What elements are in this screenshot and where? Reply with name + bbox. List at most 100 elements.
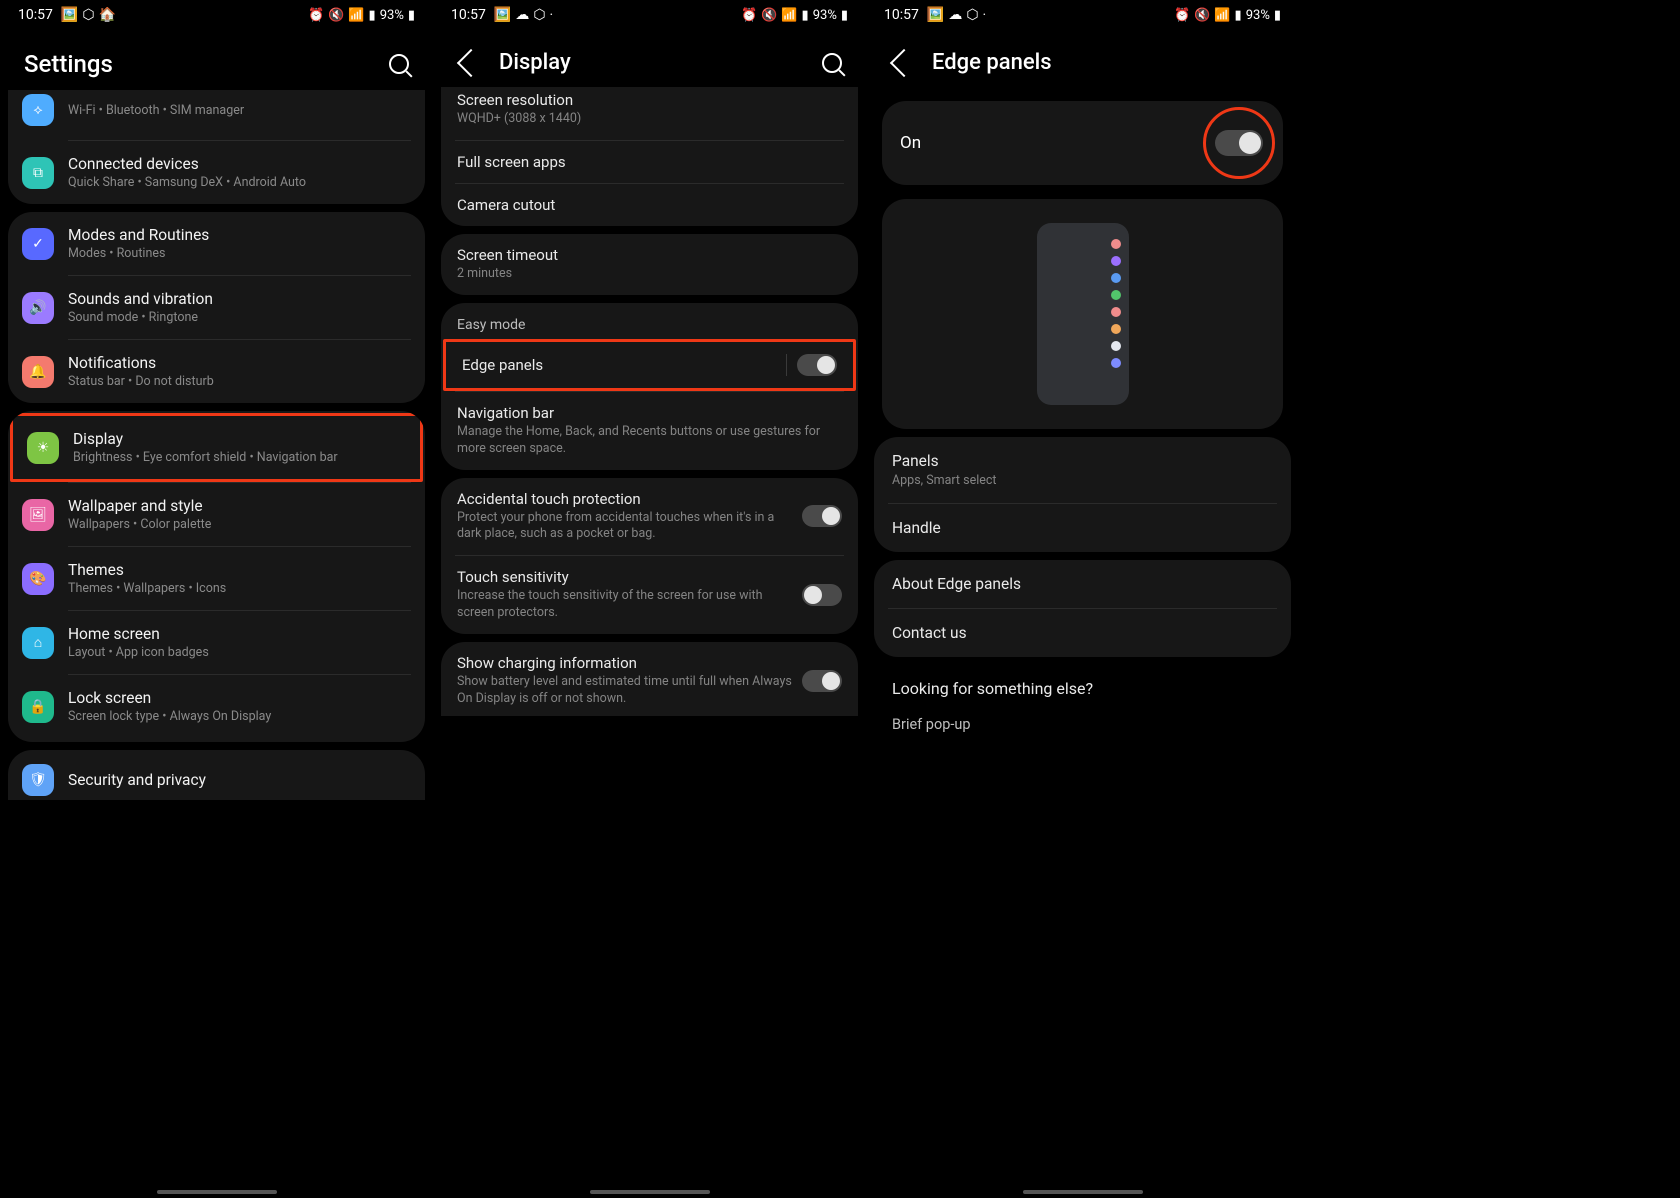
item-subtitle: 2 minutes [457,266,842,283]
page-title: Edge panels [932,50,1052,75]
display-item-screen-resolution[interactable]: Screen resolution WQHD+ (3088 x 1440) [441,87,858,140]
battery-icon: ▮ [408,8,415,23]
separator [786,354,787,376]
item-subtitle: Quick Share • Samsung DeX • Android Auto [68,175,411,190]
back-icon[interactable] [890,48,918,76]
item-title: Modes and Routines [68,226,411,244]
edge-item-panels[interactable]: Panels Apps, Smart select [874,437,1291,503]
item-title: Edge panels [462,356,776,374]
item-title: Display [73,430,406,448]
settings-item-display[interactable]: ☀ Display Brightness • Eye comfort shiel… [13,416,420,479]
wifi-icon: 📶 [781,8,797,23]
item-subtitle: Sound mode • Ringtone [68,310,411,325]
screen-display: 10:57 🖼️ ☁ ⬡ · ⏰ 🔇 📶 ▮ 93% ▮ Display Scr… [433,0,866,1198]
preview-dot [1111,239,1121,249]
item-title: Lock screen [68,689,411,707]
accidental-touch-toggle[interactable] [802,505,842,527]
item-subtitle: Modes • Routines [68,246,411,261]
settings-item-security[interactable]: 🛡 Security and privacy [8,750,425,800]
item-title: Accidental touch protection [457,490,792,508]
alarm-icon: ⏰ [308,8,324,23]
edge-panels-master-toggle-row[interactable]: On [882,101,1283,185]
edge-panel-preview [882,199,1283,429]
cloud-icon: ☁ [515,7,529,23]
item-subtitle: Brightness • Eye comfort shield • Naviga… [73,450,406,465]
item-title: About Edge panels [892,575,1273,593]
more-icon: · [983,7,987,23]
settings-item-notifications[interactable]: 🔔 Notifications Status bar • Do not dist… [8,340,425,403]
mute-icon: 🔇 [1194,8,1210,23]
display-item-full-screen-apps[interactable]: Full screen apps [441,141,858,183]
edge-panels-toggle[interactable] [797,354,837,376]
display-item-edge-panels[interactable]: Edge panels [446,342,853,388]
screen-settings: 10:57 🖼️ ⬡ 🏠 ⏰ 🔇 📶 ▮ 93% ▮ Settings ⟡ Wi… [0,0,433,1198]
item-title: Home screen [68,625,411,643]
display-item-screen-timeout[interactable]: Screen timeout 2 minutes [441,234,858,295]
lock-icon: 🔒 [22,691,54,723]
gallery-icon: 🖼️ [927,7,944,23]
status-bar: 10:57 🖼️ ⬡ 🏠 ⏰ 🔇 📶 ▮ 93% ▮ [0,0,433,30]
edge-item-about[interactable]: About Edge panels [874,560,1291,608]
app-icon: ⬡ [533,7,545,23]
devices-icon: ⧉ [22,157,54,189]
item-title: Screen resolution [457,91,842,109]
settings-item-sounds[interactable]: 🔊 Sounds and vibration Sound mode • Ring… [8,276,425,339]
item-title: Full screen apps [457,153,842,171]
edge-item-handle[interactable]: Handle [874,504,1291,552]
settings-item-connected-devices[interactable]: ⧉ Connected devices Quick Share • Samsun… [8,141,425,204]
settings-item-modes-routines[interactable]: ✓ Modes and Routines Modes • Routines [8,212,425,275]
more-icon: · [550,7,554,23]
search-icon[interactable] [822,53,842,73]
item-title: Navigation bar [457,404,842,422]
item-title: Show charging information [457,654,792,672]
item-subtitle: Manage the Home, Back, and Recents butto… [457,424,842,458]
signal-icon: ▮ [1235,8,1242,23]
item-title: Screen timeout [457,246,842,264]
gallery-icon: 🖼️ [61,7,78,23]
home-icon: ⌂ [22,627,54,659]
app-icon: ⬡ [966,7,978,23]
wifi-icon: 📶 [1214,8,1230,23]
back-icon[interactable] [457,48,485,76]
header: Display [433,30,866,87]
link-brief-popup[interactable]: Brief pop-up [874,704,1291,745]
edge-panels-master-toggle[interactable] [1215,130,1263,156]
settings-item-themes[interactable]: 🎨 Themes Themes • Wallpapers • Icons [8,547,425,610]
settings-item-connections[interactable]: ⟡ Wi-Fi • Bluetooth • SIM manager [8,90,425,140]
phone-preview [1037,223,1129,405]
alarm-icon: ⏰ [1174,8,1190,23]
item-subtitle: Show battery level and estimated time un… [457,674,792,708]
preview-dot [1111,307,1121,317]
status-bar: 10:57 🖼️ ☁ ⬡ · ⏰ 🔇 📶 ▮ 93% ▮ [433,0,866,30]
section-label-easy-mode[interactable]: Easy mode [441,303,858,339]
screen-edge-panels: 10:57 🖼️ ☁ ⬡ · ⏰ 🔇 📶 ▮ 93% ▮ Edge panels… [866,0,1299,1198]
settings-item-lock-screen[interactable]: 🔒 Lock screen Screen lock type • Always … [8,675,425,738]
preview-dot [1111,290,1121,300]
item-subtitle: Apps, Smart select [892,473,1273,488]
signal-icon: ▮ [369,8,376,23]
charging-info-toggle[interactable] [802,670,842,692]
looking-for-label: Looking for something else? [874,665,1291,704]
item-title: Camera cutout [457,196,842,214]
search-icon[interactable] [389,54,409,74]
touch-sensitivity-toggle[interactable] [802,584,842,606]
display-list: Screen resolution WQHD+ (3088 x 1440) Fu… [433,87,866,1198]
edge-item-contact[interactable]: Contact us [874,609,1291,657]
wifi-icon: ⟡ [22,94,54,126]
display-item-touch-sensitivity[interactable]: Touch sensitivity Increase the touch sen… [441,556,858,634]
display-item-camera-cutout[interactable]: Camera cutout [441,184,858,226]
item-subtitle: Wallpapers • Color palette [68,517,411,532]
page-title: Display [499,50,571,75]
display-item-show-charging[interactable]: Show charging information Show battery l… [441,642,858,716]
display-item-accidental-touch[interactable]: Accidental touch protection Protect your… [441,478,858,556]
settings-item-home-screen[interactable]: ⌂ Home screen Layout • App icon badges [8,611,425,674]
status-time: 10:57 [884,7,919,23]
settings-item-wallpaper[interactable]: 🖼 Wallpaper and style Wallpapers • Color… [8,483,425,546]
battery-percent: 93% [1246,8,1270,23]
item-title: Sounds and vibration [68,290,411,308]
header: Edge panels [866,30,1299,87]
signal-icon: ▮ [802,8,809,23]
status-time: 10:57 [451,7,486,23]
app-icon: ⬡ [82,7,94,23]
display-item-navigation-bar[interactable]: Navigation bar Manage the Home, Back, an… [441,392,858,470]
